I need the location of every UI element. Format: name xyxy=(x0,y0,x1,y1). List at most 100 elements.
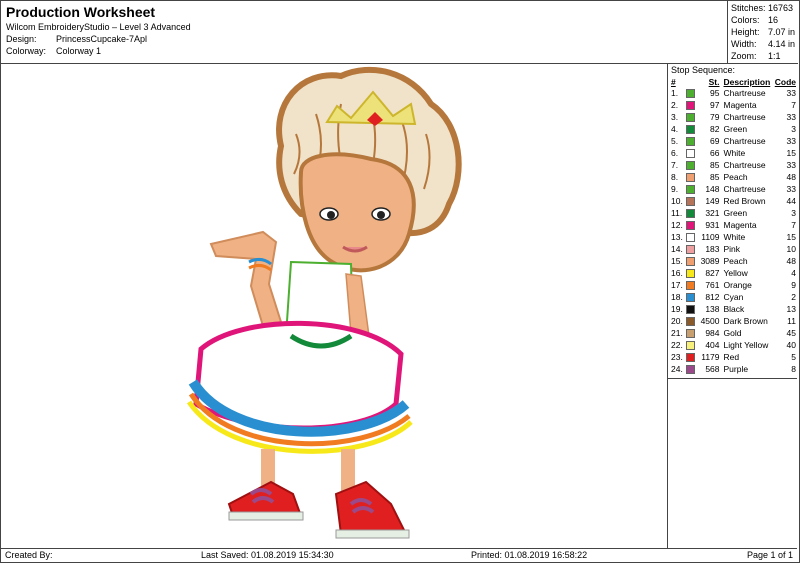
row-number: 8. xyxy=(671,172,679,182)
zoom-label: Zoom: xyxy=(731,51,757,61)
row-description: Orange xyxy=(723,280,752,290)
zoom-value: 1:1 xyxy=(768,51,781,61)
thread-color-swatch xyxy=(685,353,695,363)
thread-color-swatch xyxy=(685,257,695,267)
row-description: Cyan xyxy=(723,292,744,302)
table-row: 7. 85 Chartreuse 33 xyxy=(670,159,797,171)
color-swatch xyxy=(685,255,697,267)
row-number: 15. xyxy=(671,256,683,266)
color-swatch xyxy=(685,267,697,279)
stitches-value: 16763 xyxy=(768,3,794,13)
color-swatch xyxy=(685,303,697,315)
row-code: 33 xyxy=(786,112,796,122)
design-stats: Stitches: 16763 Colors: 16 Height: 7.07 in … xyxy=(727,1,798,64)
color-swatch xyxy=(685,195,697,207)
row-description: White xyxy=(723,232,746,242)
left-pupil xyxy=(327,211,335,219)
row-stitches: 183 xyxy=(705,244,720,254)
row-stitches: 984 xyxy=(705,328,720,338)
right-shoe xyxy=(334,480,408,535)
row-number: 10. xyxy=(671,196,683,206)
row-stitches: 149 xyxy=(705,196,720,206)
row-stitches: 812 xyxy=(705,292,720,302)
table-row: 1. 95 Chartreuse 33 xyxy=(670,87,797,99)
row-description: Gold xyxy=(723,328,742,338)
thread-color-swatch xyxy=(685,101,695,111)
row-number: 3. xyxy=(671,112,679,122)
row-code: 15 xyxy=(786,232,796,242)
thread-color-swatch xyxy=(685,149,695,159)
row-number: 21. xyxy=(671,328,683,338)
design-row: Design: PrincessCupcake-7Apl xyxy=(6,34,147,44)
face-shape xyxy=(298,152,416,273)
table-row: 19. 138 Black 13 xyxy=(670,303,797,315)
thread-color-swatch xyxy=(685,245,695,255)
table-row: 4. 82 Green 3 xyxy=(670,123,797,135)
table-row: 24. 568 Purple 8 xyxy=(670,363,797,375)
col-description: Description xyxy=(723,76,771,87)
row-stitches: 321 xyxy=(705,208,720,218)
row-stitches: 568 xyxy=(705,364,720,374)
row-number: 6. xyxy=(671,148,679,158)
row-description: Magenta xyxy=(723,100,757,110)
row-code: 33 xyxy=(786,160,796,170)
row-stitches: 66 xyxy=(710,148,720,158)
stop-sequence-title: Stop Sequence: xyxy=(671,65,736,75)
row-stitches: 827 xyxy=(705,268,720,278)
row-number: 4. xyxy=(671,124,679,134)
stop-sequence-panel: Stop Sequence: # St. Description Code 1.… xyxy=(668,64,797,379)
row-description: Dark Brown xyxy=(723,316,768,326)
stitches-label: Stitches: xyxy=(731,3,766,13)
color-swatch xyxy=(685,219,697,231)
color-swatch xyxy=(685,231,697,243)
row-description: Black xyxy=(723,304,745,314)
row-number: 24. xyxy=(671,364,683,374)
color-swatch xyxy=(685,207,697,219)
table-row: 8. 85 Peach 48 xyxy=(670,171,797,183)
row-description: Yellow xyxy=(723,268,748,278)
row-stitches: 85 xyxy=(710,172,720,182)
table-row: 21. 984 Gold 45 xyxy=(670,327,797,339)
row-number: 14. xyxy=(671,244,683,254)
princess-embroidery-illustration xyxy=(186,66,462,539)
table-row: 5. 69 Chartreuse 33 xyxy=(670,135,797,147)
row-number: 11. xyxy=(671,208,683,218)
thread-color-swatch xyxy=(685,317,695,327)
thread-color-swatch xyxy=(685,89,695,99)
embroidery-design-preview xyxy=(1,64,668,548)
row-description: Peach xyxy=(723,172,748,182)
row-code: 13 xyxy=(786,304,796,314)
thread-color-swatch xyxy=(685,365,695,375)
thread-color-swatch xyxy=(685,233,695,243)
row-code: 5 xyxy=(791,352,796,362)
thread-color-swatch xyxy=(685,341,695,351)
row-number: 7. xyxy=(671,160,679,170)
left-arm xyxy=(209,230,283,328)
table-row: 10. 149 Red Brown 44 xyxy=(670,195,797,207)
thread-color-swatch xyxy=(685,185,695,195)
colorway-value: Colorway 1 xyxy=(56,46,102,56)
colorway-label: Colorway: xyxy=(6,46,47,56)
row-number: 2. xyxy=(671,100,679,110)
row-stitches: 1179 xyxy=(701,352,720,362)
row-code: 48 xyxy=(786,172,796,182)
row-code: 48 xyxy=(786,256,796,266)
row-code: 4 xyxy=(791,268,796,278)
row-stitches: 3089 xyxy=(700,256,720,266)
color-swatch xyxy=(685,171,697,183)
row-number: 13. xyxy=(671,232,683,242)
zoom-stat: Zoom: 1:1 xyxy=(731,51,781,61)
width-stat: Width: 4.14 in xyxy=(731,39,795,49)
row-code: 11 xyxy=(787,316,796,326)
colorway-row: Colorway: Colorway 1 xyxy=(6,46,101,56)
row-code: 10 xyxy=(786,244,796,254)
row-number: 17. xyxy=(671,280,683,290)
color-swatch xyxy=(685,147,697,159)
row-description: Green xyxy=(723,124,748,134)
row-number: 9. xyxy=(671,184,679,194)
col-stitches: St. xyxy=(708,76,720,87)
table-row: 22. 404 Light Yellow 40 xyxy=(670,339,797,351)
row-code: 7 xyxy=(791,220,796,230)
row-code: 45 xyxy=(786,328,796,338)
row-number: 5. xyxy=(671,136,679,146)
